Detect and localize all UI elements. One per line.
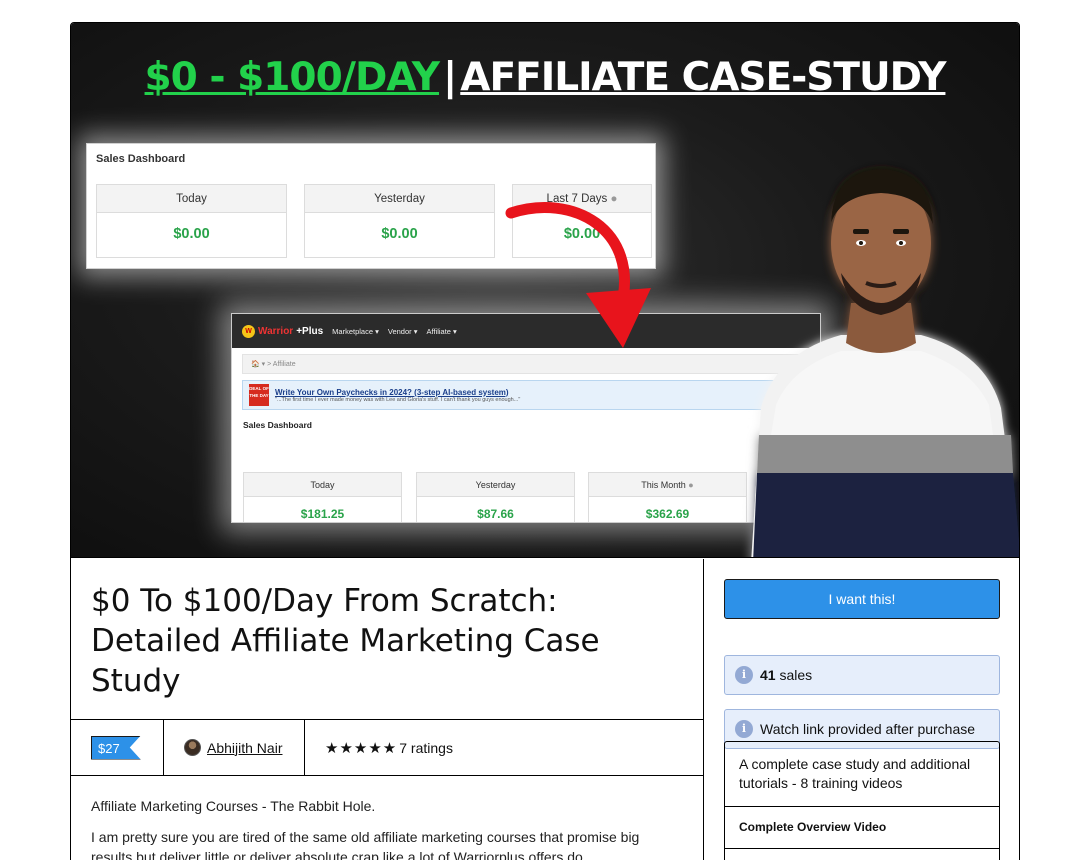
product-title: $0 To $100/Day From Scratch: Detailed Af… <box>91 583 600 699</box>
stat-today-before: Today $0.00 <box>96 184 287 258</box>
price-cell: $27 <box>71 720 164 775</box>
author-cell: Abhijith Nair <box>164 720 305 775</box>
stat-yesterday-before: Yesterday $0.00 <box>304 184 495 258</box>
presenter-photo <box>751 169 1019 557</box>
product-contents-box: A complete case study and additional tut… <box>724 741 1000 860</box>
product-meta-row: $27 Abhijith Nair ★★★★★ 7 ratings <box>71 720 703 776</box>
description-paragraph: Affiliate Marketing Courses - The Rabbit… <box>91 798 376 814</box>
nav-vendor: Vendor ▾ <box>387 326 418 336</box>
deal-of-the-day-banner: DEAL OF THE DAY Write Your Own Paychecks… <box>242 380 810 410</box>
info-circle-icon: ● <box>688 480 694 490</box>
star-rating-icon: ★★★★★ <box>325 739 398 757</box>
ratings-count: 7 ratings <box>399 739 453 756</box>
purchase-sidebar: I want this! i 41 sales i Watch link pro… <box>705 559 1019 860</box>
sales-count-pill: i 41 sales <box>724 655 1000 695</box>
i-want-this-button[interactable]: I want this! <box>724 579 1000 619</box>
cover-headline-white: AFFILIATE CASE-STUDY <box>460 55 946 100</box>
stat-yesterday-after: Yesterday $87.66 <box>416 472 575 522</box>
cover-headline-green: $0 - $100/DAY <box>144 55 440 100</box>
nav-marketplace: Marketplace ▾ <box>332 326 379 336</box>
warriorplus-logo: W Warrior +Plus <box>242 324 323 338</box>
price-tag: $27 <box>91 735 141 760</box>
deal-badge: DEAL OF THE DAY <box>249 384 269 406</box>
description-paragraph: I am pretty sure you are tired of the sa… <box>91 829 640 860</box>
rating-cell: ★★★★★ 7 ratings <box>305 720 453 775</box>
product-title-box: $0 To $100/Day From Scratch: Detailed Af… <box>71 559 703 720</box>
cover-headline-separator: | <box>443 55 457 100</box>
product-description: Affiliate Marketing Courses - The Rabbit… <box>71 776 703 860</box>
red-curved-arrow-icon <box>505 202 651 348</box>
deal-link: Write Your Own Paychecks in 2024? (3-ste… <box>275 387 509 397</box>
author-avatar[interactable] <box>184 739 201 756</box>
product-info: $0 To $100/Day From Scratch: Detailed Af… <box>71 559 704 860</box>
product-card: $0 - $100/DAY | AFFILIATE CASE-STUDY Sales… <box>70 22 1020 860</box>
contents-description: A complete case study and additional tut… <box>725 742 999 807</box>
cover-headline: $0 - $100/DAY | AFFILIATE CASE-STUDY <box>71 55 1019 100</box>
access-note: Watch link provided after purchase <box>760 721 976 737</box>
nav-affiliate: Affiliate ▾ <box>426 326 457 336</box>
contents-item: Complete Overview Video <box>725 807 999 849</box>
product-cover-image: $0 - $100/DAY | AFFILIATE CASE-STUDY Sales… <box>71 23 1019 558</box>
info-icon: i <box>735 666 753 684</box>
stat-this-month-after: This Month ● $362.69 <box>588 472 747 522</box>
warriorplus-logo-icon: W <box>242 324 255 338</box>
stat-today-after: Today $181.25 <box>243 472 402 522</box>
sales-count: 41 <box>760 667 776 683</box>
deal-quote: "...The first time I ever made money was… <box>275 396 521 403</box>
info-icon: i <box>735 720 753 738</box>
author-link[interactable]: Abhijith Nair <box>207 740 282 756</box>
dashboard-before-title: Sales Dashboard <box>96 153 186 165</box>
